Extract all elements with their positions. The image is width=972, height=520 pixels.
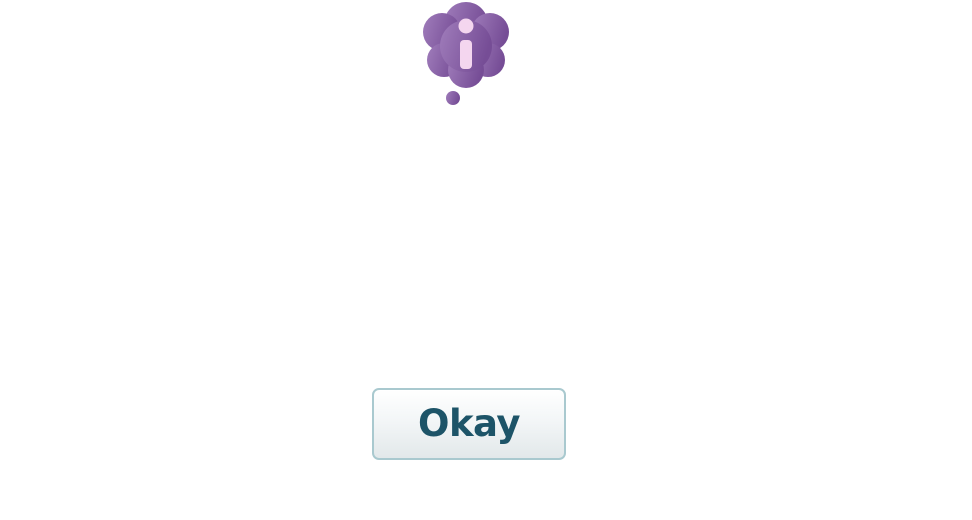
info-thought-bubble-icon	[414, 0, 518, 108]
okay-button-label: Okay	[417, 401, 521, 445]
okay-button[interactable]: Okay	[372, 388, 566, 460]
info-dialog: Okay	[0, 0, 972, 520]
